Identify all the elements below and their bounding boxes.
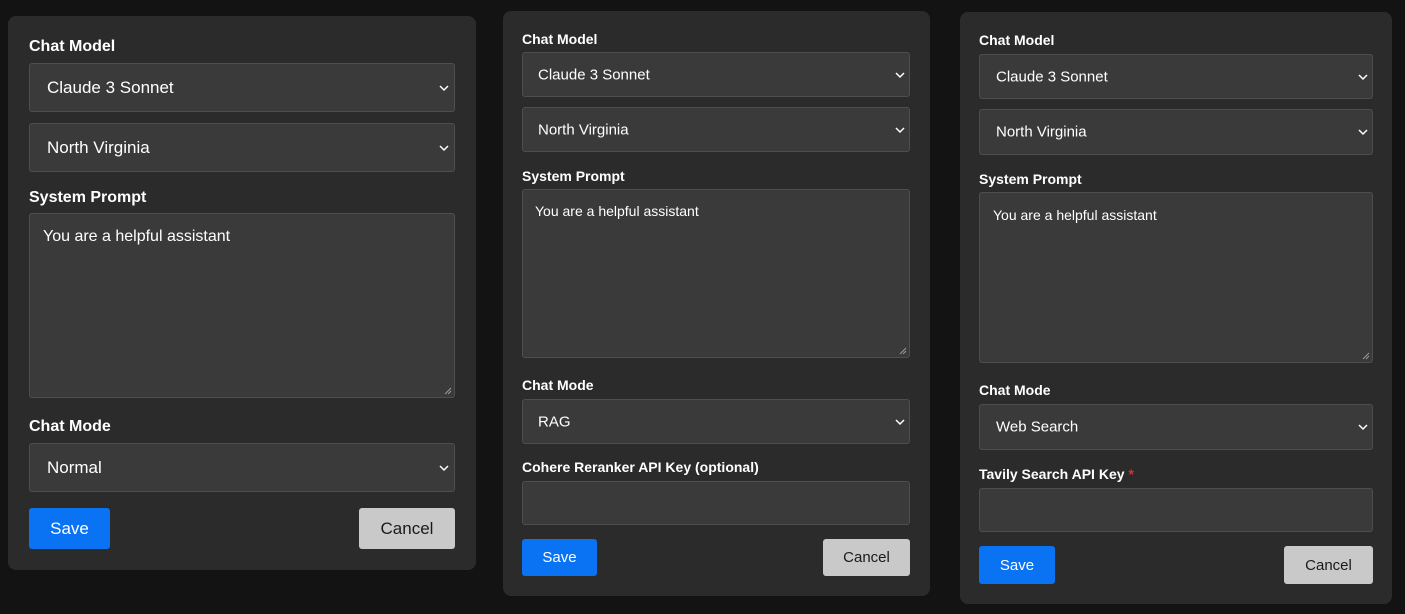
region-value: North Virginia [538, 121, 629, 138]
region-select[interactable]: North Virginia [522, 107, 910, 152]
chat-model-value: Claude 3 Sonnet [538, 66, 650, 83]
chevron-down-icon [895, 71, 905, 78]
chevron-down-icon [1358, 424, 1368, 431]
save-button[interactable]: Save [979, 546, 1055, 584]
chevron-down-icon [1358, 73, 1368, 80]
chat-model-label: Chat Model [979, 32, 1055, 48]
chat-model-value: Claude 3 Sonnet [47, 77, 174, 97]
chat-model-label: Chat Model [522, 31, 598, 47]
chevron-down-icon [439, 84, 449, 91]
chat-model-label: Chat Model [29, 38, 116, 55]
chat-model-select[interactable]: Claude 3 Sonnet [29, 63, 455, 112]
chat-mode-select[interactable]: Web Search [979, 404, 1373, 450]
cancel-button[interactable]: Cancel [823, 539, 910, 576]
system-prompt-label: System Prompt [522, 168, 625, 184]
system-prompt-label: System Prompt [979, 171, 1082, 187]
chevron-down-icon [439, 144, 449, 151]
resize-grip-icon[interactable] [899, 347, 907, 355]
tavily-api-key-label-text: Tavily Search API Key [979, 466, 1125, 482]
tavily-api-key-input[interactable] [979, 488, 1373, 532]
chat-mode-label: Chat Mode [29, 418, 111, 435]
chat-mode-value: RAG [538, 413, 571, 430]
cohere-api-key-input[interactable] [522, 481, 910, 525]
region-value: North Virginia [996, 123, 1087, 141]
required-marker: * [1128, 466, 1134, 482]
chat-mode-value: Web Search [996, 418, 1079, 436]
system-prompt-textarea[interactable]: You are a helpful assistant [29, 213, 455, 398]
chat-mode-select[interactable]: Normal [29, 443, 455, 492]
region-select[interactable]: North Virginia [29, 123, 455, 172]
chat-mode-label: Chat Mode [979, 382, 1051, 398]
settings-panel-rag: Chat Model Claude 3 Sonnet North Virgini… [503, 11, 930, 596]
chat-model-select[interactable]: Claude 3 Sonnet [522, 52, 910, 97]
resize-grip-icon[interactable] [1362, 352, 1370, 360]
chevron-down-icon [439, 464, 449, 471]
cancel-button[interactable]: Cancel [359, 508, 455, 549]
system-prompt-textarea[interactable]: You are a helpful assistant [979, 192, 1373, 363]
chat-mode-value: Normal [47, 457, 102, 477]
cancel-button[interactable]: Cancel [1284, 546, 1373, 584]
cohere-api-key-label: Cohere Reranker API Key (optional) [522, 459, 759, 475]
system-prompt-text: You are a helpful assistant [535, 203, 699, 219]
system-prompt-label: System Prompt [29, 189, 147, 206]
resize-grip-icon[interactable] [444, 387, 452, 395]
chat-model-value: Claude 3 Sonnet [996, 68, 1108, 85]
system-prompt-textarea[interactable]: You are a helpful assistant [522, 189, 910, 358]
chevron-down-icon [1358, 129, 1368, 136]
chevron-down-icon [895, 126, 905, 133]
tavily-api-key-label: Tavily Search API Key * [979, 466, 1134, 482]
region-value: North Virginia [47, 137, 150, 157]
settings-panel-normal: Chat Model Claude 3 Sonnet North Virgini… [8, 16, 476, 570]
chat-mode-select[interactable]: RAG [522, 399, 910, 444]
chevron-down-icon [895, 418, 905, 425]
save-button[interactable]: Save [29, 508, 110, 549]
chat-model-select[interactable]: Claude 3 Sonnet [979, 54, 1373, 99]
region-select[interactable]: North Virginia [979, 109, 1373, 155]
chat-mode-label: Chat Mode [522, 377, 594, 393]
settings-panel-web-search: Chat Model Claude 3 Sonnet North Virgini… [960, 12, 1392, 604]
system-prompt-text: You are a helpful assistant [43, 228, 231, 245]
save-button[interactable]: Save [522, 539, 597, 576]
system-prompt-text: You are a helpful assistant [993, 207, 1157, 223]
